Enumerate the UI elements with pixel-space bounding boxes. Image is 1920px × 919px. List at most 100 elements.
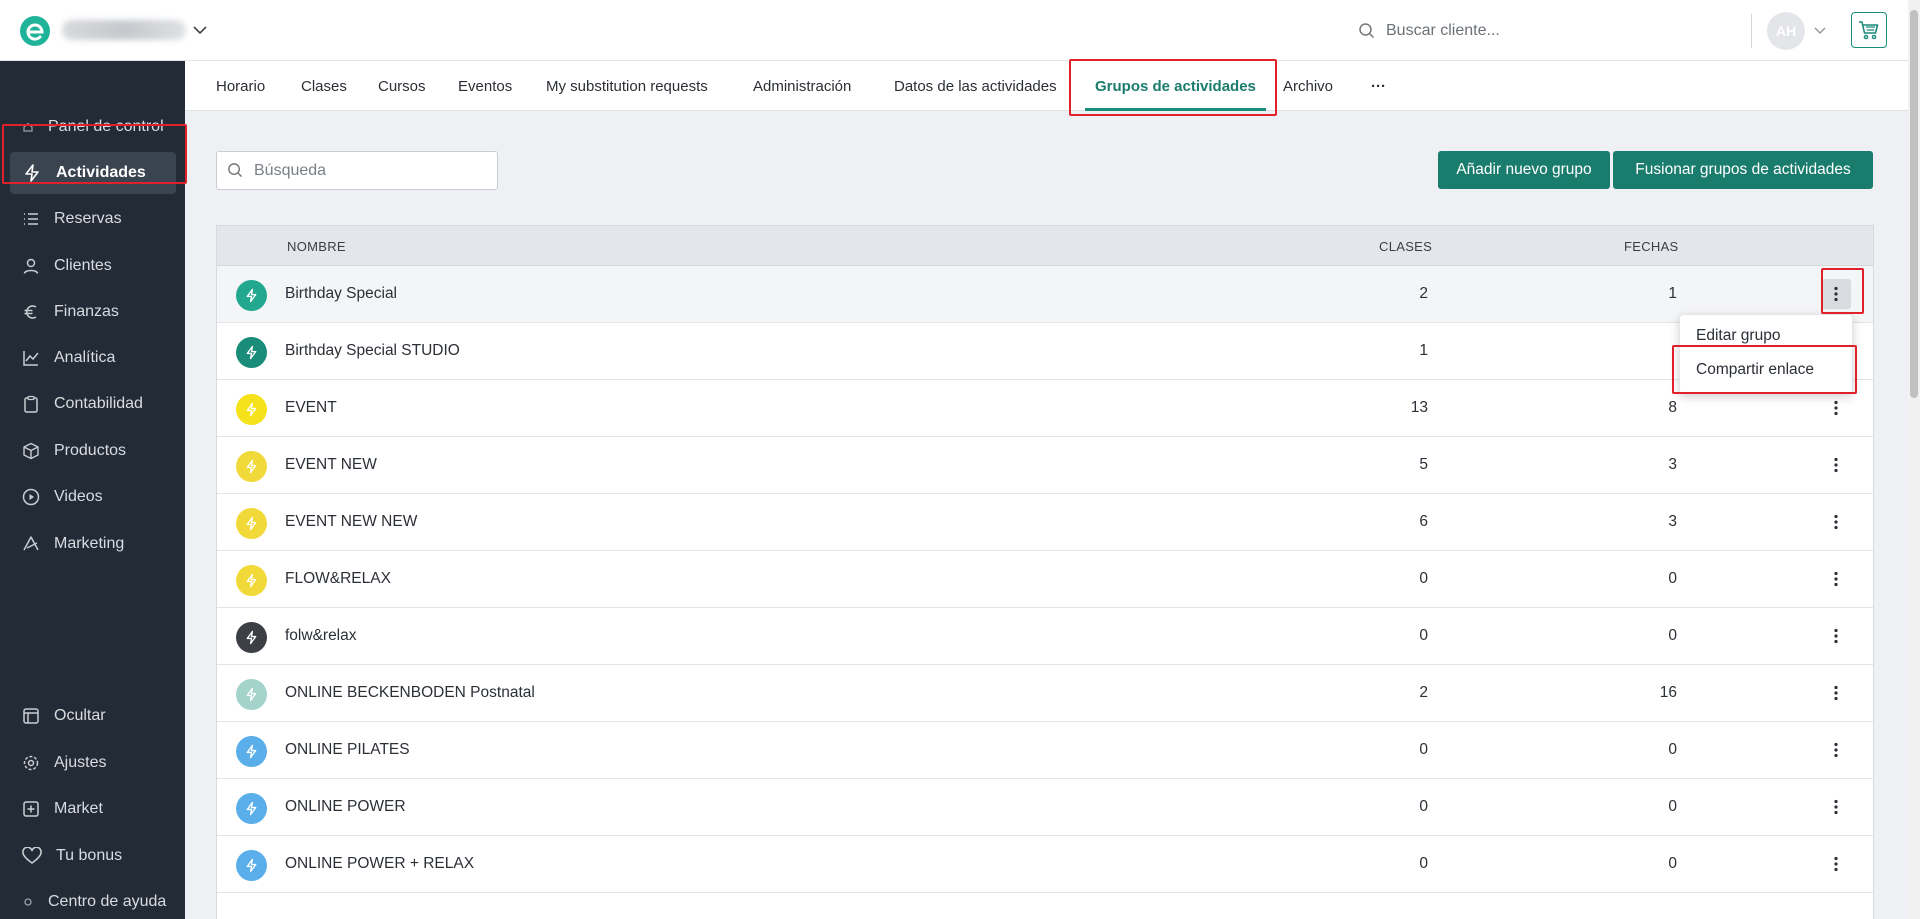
top-bar: AH [0,0,1920,61]
table-row[interactable]: EVENT NEW 5 3 [217,437,1873,494]
column-header-clases[interactable]: CLASES [1379,239,1432,254]
tab-clases[interactable]: Clases [301,61,347,111]
group-name[interactable]: ONLINE POWER + RELAX [285,855,474,873]
sidebar-item-videos[interactable]: Videos [10,476,176,518]
table-row[interactable]: ONLINE PILATES 0 0 [217,722,1873,779]
sidebar-item-reservas[interactable]: Reservas [10,198,176,240]
client-search[interactable] [1358,18,1658,44]
table-row[interactable]: EVENT 13 8 [217,380,1873,437]
group-color-badge [236,622,267,653]
sidebar-item-label: Ocultar [54,707,106,724]
tab-label: Clases [301,77,347,95]
group-search[interactable] [216,151,498,190]
tab-administracion[interactable]: Administración [753,61,851,111]
sidebar-item-contabilidad[interactable]: Contabilidad [10,383,176,425]
row-actions-menu: Editar grupo Compartir enlace [1679,314,1853,394]
group-clases-count: 13 [1410,399,1428,416]
tab-eventos[interactable]: Eventos [458,61,512,111]
lightning-icon [246,516,257,531]
table-row[interactable]: Birthday Special STUDIO 1 [217,323,1873,380]
tab-more-button[interactable]: ··· [1371,61,1386,111]
group-name[interactable]: Birthday Special STUDIO [285,342,460,360]
share-link-menu-item[interactable]: Compartir enlace [1696,361,1814,379]
row-actions-button[interactable] [1821,507,1851,537]
group-clases-count: 0 [1419,855,1428,872]
tab-datos-actividades[interactable]: Datos de las actividades [894,61,1057,111]
sidebar-item-productos[interactable]: Productos [10,430,176,472]
chevron-down-icon[interactable] [1812,22,1828,38]
edit-group-menu-item[interactable]: Editar grupo [1696,327,1780,345]
row-actions-button[interactable] [1821,450,1851,480]
group-name[interactable]: EVENT NEW [285,456,377,474]
organization-name-blurred[interactable] [62,20,186,40]
tab-archivo[interactable]: Archivo [1283,61,1333,111]
group-name[interactable]: EVENT NEW NEW [285,513,417,531]
sidebar-item-analitica[interactable]: Analítica [10,337,176,379]
group-fechas-count: 0 [1668,741,1677,758]
group-name[interactable]: Birthday Special [285,285,397,303]
more-vertical-icon [1834,799,1838,815]
group-fechas-count: 1 [1668,285,1677,302]
group-clases-count: 6 [1419,513,1428,530]
lightning-icon [246,687,257,702]
group-name[interactable]: EVENT [285,399,337,417]
chart-icon [23,351,39,366]
sidebar-item-market[interactable]: Market [10,788,176,830]
sidebar-item-label: Panel de control [48,118,164,135]
tab-grupos-actividades[interactable]: Grupos de actividades [1085,61,1266,111]
group-name[interactable]: ONLINE POWER [285,798,406,816]
group-color-badge [236,451,267,482]
chevron-down-icon[interactable] [190,20,210,40]
tab-horario[interactable]: Horario [216,61,265,111]
sidebar-item-tu-bonus[interactable]: Tu bonus [10,835,176,877]
row-actions-button[interactable] [1821,393,1851,423]
row-actions-button[interactable] [1821,849,1851,879]
table-row[interactable]: ONLINE POWER 0 0 [217,779,1873,836]
client-search-input[interactable] [1386,22,1626,40]
sidebar-item-centro-de-ayuda[interactable]: Centro de ayuda [10,881,176,919]
cart-button[interactable] [1851,12,1887,48]
sidebar-item-actividades[interactable]: Actividades [10,152,176,194]
avatar-initials: AH [1775,23,1797,39]
tab-substitution-requests[interactable]: My substitution requests [546,61,708,111]
user-avatar[interactable]: AH [1767,12,1805,50]
group-search-input[interactable] [254,161,494,180]
lightning-icon [246,801,257,816]
page-scrollbar[interactable] [1908,0,1920,919]
table-row[interactable]: EVENT NEW NEW 6 3 [217,494,1873,551]
row-actions-button[interactable] [1821,678,1851,708]
group-name[interactable]: ONLINE PILATES [285,741,410,759]
row-actions-button[interactable] [1821,279,1851,309]
sidebar: Panel de control Actividades Reservas Cl… [0,61,185,919]
column-header-nombre[interactable]: NOMBRE [287,239,346,254]
tab-cursos[interactable]: Cursos [378,61,426,111]
sidebar-item-finanzas[interactable]: Finanzas [10,291,176,333]
group-name[interactable]: ONLINE BECKENBODEN Postnatal [285,684,535,702]
add-group-button[interactable]: Añadir nuevo grupo [1438,151,1610,189]
merge-groups-button[interactable]: Fusionar grupos de actividades [1613,151,1873,189]
group-name[interactable]: FLOW&RELAX [285,570,391,588]
sidebar-item-clientes[interactable]: Clientes [10,245,176,287]
column-header-fechas[interactable]: FECHAS [1624,239,1679,254]
sidebar-item-panel-de-control[interactable]: Panel de control [10,106,176,148]
sidebar-item-marketing[interactable]: Marketing [10,523,176,565]
lightning-icon [246,858,257,873]
sidebar-item-ajustes[interactable]: Ajustes [10,742,176,784]
table-row[interactable]: folw&relax 0 0 [217,608,1873,665]
group-name[interactable]: folw&relax [285,627,357,645]
sidebar-item-label: Videos [54,488,103,505]
table-row[interactable]: FLOW&RELAX 0 0 [217,551,1873,608]
sidebar-item-ocultar[interactable]: Ocultar [10,695,176,737]
table-row[interactable]: ONLINE BECKENBODEN Postnatal 2 16 [217,665,1873,722]
scrollbar-thumb[interactable] [1910,10,1918,398]
row-actions-button[interactable] [1821,564,1851,594]
plus-square-icon [23,801,39,817]
sidebar-item-label: Contabilidad [54,395,143,412]
row-actions-button[interactable] [1821,621,1851,651]
row-actions-button[interactable] [1821,792,1851,822]
group-clases-count: 1 [1419,342,1428,359]
row-actions-button[interactable] [1821,735,1851,765]
table-row[interactable]: ONLINE POWER + RELAX 0 0 [217,836,1873,893]
brand-logo-icon[interactable] [18,14,52,48]
table-row[interactable]: Birthday Special 2 1 [217,266,1873,323]
